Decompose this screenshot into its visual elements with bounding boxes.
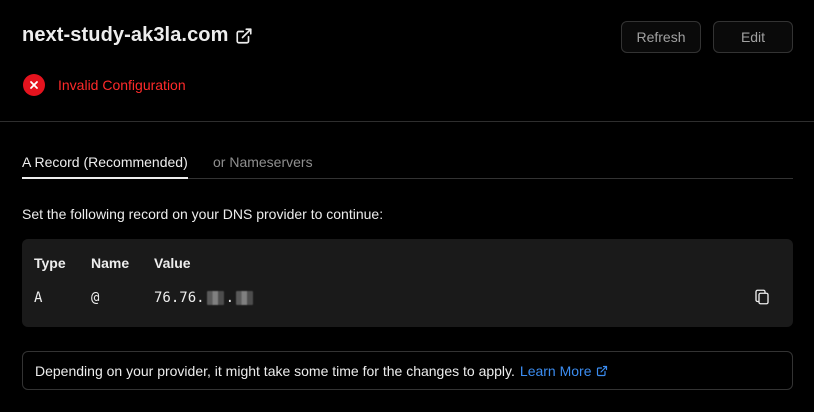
dns-record-table: Type Name Value A @ 76.76. . bbox=[22, 239, 793, 327]
edit-button[interactable]: Edit bbox=[713, 21, 793, 53]
domain-title-row: next-study-ak3la.com bbox=[22, 24, 253, 47]
error-icon bbox=[23, 74, 45, 96]
tab-nameservers[interactable]: or Nameservers bbox=[213, 154, 313, 170]
refresh-button[interactable]: Refresh bbox=[621, 21, 701, 53]
active-tab-indicator bbox=[22, 177, 188, 179]
note-text: Depending on your provider, it might tak… bbox=[35, 362, 515, 379]
record-value-prefix: 76.76. bbox=[154, 290, 205, 306]
column-header-name: Name bbox=[91, 255, 130, 271]
record-name-cell: @ bbox=[91, 290, 100, 306]
record-tabs: A Record (Recommended) or Nameservers bbox=[22, 150, 793, 179]
external-link-icon bbox=[596, 365, 607, 376]
redacted-octet bbox=[206, 291, 224, 305]
propagation-note: Depending on your provider, it might tak… bbox=[22, 351, 793, 390]
record-value-separator: . bbox=[225, 290, 235, 306]
copy-icon[interactable] bbox=[753, 288, 771, 306]
instructions-text: Set the following record on your DNS pro… bbox=[22, 206, 384, 222]
learn-more-label: Learn More bbox=[519, 362, 592, 379]
record-value-cell: 76.76. . bbox=[154, 290, 255, 306]
external-link-icon[interactable] bbox=[235, 27, 253, 45]
learn-more-link[interactable]: Learn More bbox=[520, 363, 608, 379]
column-header-type: Type bbox=[34, 255, 66, 271]
tab-a-record[interactable]: A Record (Recommended) bbox=[22, 154, 188, 170]
domain-header: next-study-ak3la.com Refresh Edit Invali… bbox=[0, 0, 814, 122]
record-type-cell: A bbox=[34, 290, 43, 306]
status-indicator: Invalid Configuration bbox=[23, 74, 186, 96]
column-header-value: Value bbox=[154, 255, 191, 271]
redacted-octet bbox=[236, 291, 254, 305]
status-text: Invalid Configuration bbox=[58, 77, 186, 93]
domain-name: next-study-ak3la.com bbox=[22, 24, 229, 46]
